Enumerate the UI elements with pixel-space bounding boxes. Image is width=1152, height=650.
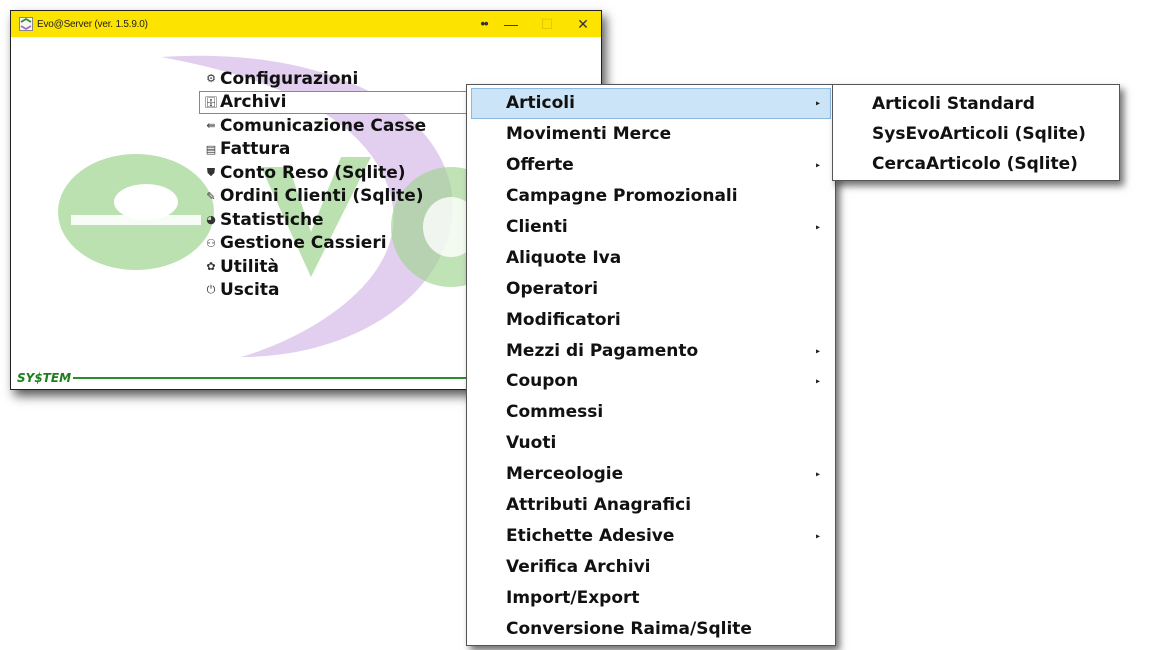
settings-icon: ⚙ <box>206 72 216 86</box>
submenu-arrow-icon: ▸ <box>815 376 820 386</box>
menu-item-mezzi-di-pagamento[interactable]: Mezzi di Pagamento ▸ <box>471 335 831 366</box>
maximize-button[interactable]: ☐ <box>529 11 565 37</box>
menu-item-conversione-raima-sqlite[interactable]: Conversione Raima/Sqlite <box>471 613 831 644</box>
menu-item-attributi-anagrafici[interactable]: Attributi Anagrafici <box>471 490 831 521</box>
menu-item-label: Campagne Promozionali <box>506 186 738 207</box>
menu-item-label: CercaArticolo (Sqlite) <box>872 154 1078 174</box>
main-menu: ⚙ Configurazioni 🗄 Archivi ⇚ Comunicazio… <box>199 67 487 302</box>
cart-icon: ⛊ <box>206 165 216 179</box>
menu-item-offerte[interactable]: Offerte ▸ <box>471 150 831 181</box>
menu-label: Archivi <box>220 92 287 113</box>
submenu-arrow-icon: ▸ <box>815 531 820 541</box>
users-icon: ⚇ <box>206 236 216 250</box>
menu-item-merceologie[interactable]: Merceologie ▸ <box>471 459 831 490</box>
menu-label: Configurazioni <box>220 68 359 89</box>
menu-label: Fattura <box>220 139 291 160</box>
menu-item-import-export[interactable]: Import/Export <box>471 582 831 613</box>
invoice-icon: ▤ <box>205 142 217 156</box>
menu-utilita[interactable]: ✿ Utilità <box>199 255 487 279</box>
menu-label: Conto Reso (Sqlite) <box>220 162 406 183</box>
menu-item-campagne-promozionali[interactable]: Campagne Promozionali <box>471 181 831 212</box>
menu-configurazioni[interactable]: ⚙ Configurazioni <box>199 67 487 91</box>
window-title: Evo@Server (ver. 1.5.9.0) <box>37 18 148 30</box>
submenu-arrow-icon: ▸ <box>815 160 820 170</box>
menu-item-label: Movimenti Merce <box>506 124 672 145</box>
transfer-icon: ⇚ <box>206 119 216 133</box>
menu-item-commessi[interactable]: Commessi <box>471 397 831 428</box>
menu-fattura[interactable]: ▤ Fattura <box>199 138 487 162</box>
menu-item-label: Verifica Archivi <box>506 556 651 577</box>
menu-item-label: Operatori <box>506 278 599 299</box>
menu-item-articoli-standard[interactable]: Articoli Standard <box>837 89 1115 119</box>
menu-item-movimenti-merce[interactable]: Movimenti Merce <box>471 119 831 150</box>
menu-item-verifica-archivi[interactable]: Verifica Archivi <box>471 551 831 582</box>
menu-item-label: SysEvoArticoli (Sqlite) <box>872 124 1086 144</box>
menu-item-label: Offerte <box>506 155 574 176</box>
pie-chart-icon: ◕ <box>206 213 216 227</box>
menu-item-label: Merceologie <box>506 464 624 485</box>
submenu-arrow-icon: ▸ <box>815 98 820 108</box>
menu-item-label: Aliquote Iva <box>506 247 622 268</box>
minimize-button[interactable]: — <box>493 11 529 37</box>
app-icon <box>19 17 33 31</box>
menu-item-cercaarticolo[interactable]: CercaArticolo (Sqlite) <box>837 149 1115 179</box>
menu-item-label: Modificatori <box>506 309 621 330</box>
menu-label: Utilità <box>220 256 280 277</box>
menu-gestione-cassieri[interactable]: ⚇ Gestione Cassieri <box>199 232 487 256</box>
title-bar[interactable]: Evo@Server (ver. 1.5.9.0) •• — ☐ ✕ <box>11 11 601 37</box>
menu-item-label: Clienti <box>506 217 568 237</box>
menu-item-label: Import/Export <box>506 587 640 608</box>
menu-item-label: Conversione Raima/Sqlite <box>506 618 752 639</box>
submenu-arrow-icon: ▸ <box>815 469 820 479</box>
menu-item-label: Commessi <box>506 402 604 423</box>
menu-item-etichette-adesive[interactable]: Etichette Adesive ▸ <box>471 520 831 551</box>
database-icon: 🗄 <box>204 95 218 109</box>
submenu-arrow-icon: ▸ <box>815 222 820 232</box>
menu-label: Comunicazione Casse <box>220 115 427 136</box>
menu-item-label: Mezzi di Pagamento <box>506 340 699 361</box>
menu-item-label: Attributi Anagrafici <box>506 495 692 516</box>
menu-label: Uscita <box>220 280 280 301</box>
submenu-arrow-icon: ▸ <box>815 346 820 356</box>
menu-comunicazione-casse[interactable]: ⇚ Comunicazione Casse <box>199 114 487 138</box>
menu-item-sysevoarticoli[interactable]: SysEvoArticoli (Sqlite) <box>837 119 1115 149</box>
menu-item-clienti[interactable]: Clienti ▸ <box>471 212 831 243</box>
menu-statistiche[interactable]: ◕ Statistiche <box>199 208 487 232</box>
menu-label: Gestione Cassieri <box>220 233 387 254</box>
menu-item-coupon[interactable]: Coupon ▸ <box>471 366 831 397</box>
system-logo-text: SY$TEM <box>17 371 72 385</box>
menu-item-aliquote-iva[interactable]: Aliquote Iva <box>471 242 831 273</box>
options-icon[interactable]: •• <box>475 11 493 37</box>
menu-item-articoli[interactable]: Articoli ▸ <box>471 88 831 119</box>
tools-icon: ✿ <box>206 260 216 274</box>
menu-ordini-clienti[interactable]: ✎ Ordini Clienti (Sqlite) <box>199 185 487 209</box>
menu-item-modificatori[interactable]: Modificatori <box>471 304 831 335</box>
menu-item-label: Articoli Standard <box>872 94 1035 114</box>
menu-archivi[interactable]: 🗄 Archivi <box>199 90 487 114</box>
menu-item-label: Coupon <box>506 371 579 392</box>
menu-uscita[interactable]: ⏻ Uscita <box>199 279 487 303</box>
order-icon: ✎ <box>206 189 216 203</box>
power-icon: ⏻ <box>206 283 216 297</box>
menu-conto-reso[interactable]: ⛊ Conto Reso (Sqlite) <box>199 161 487 185</box>
menu-item-label: Etichette Adesive <box>506 525 675 546</box>
menu-item-operatori[interactable]: Operatori <box>471 273 831 304</box>
menu-label: Statistiche <box>220 209 324 230</box>
close-button[interactable]: ✕ <box>565 11 601 37</box>
menu-item-label: Articoli <box>506 93 575 114</box>
menu-item-vuoti[interactable]: Vuoti <box>471 428 831 459</box>
menu-label: Ordini Clienti (Sqlite) <box>220 186 424 207</box>
archivi-submenu: Articoli ▸ Movimenti Merce Offerte ▸ Cam… <box>466 84 836 646</box>
articoli-submenu: Articoli Standard SysEvoArticoli (Sqlite… <box>832 84 1120 181</box>
menu-item-label: Vuoti <box>506 433 557 454</box>
